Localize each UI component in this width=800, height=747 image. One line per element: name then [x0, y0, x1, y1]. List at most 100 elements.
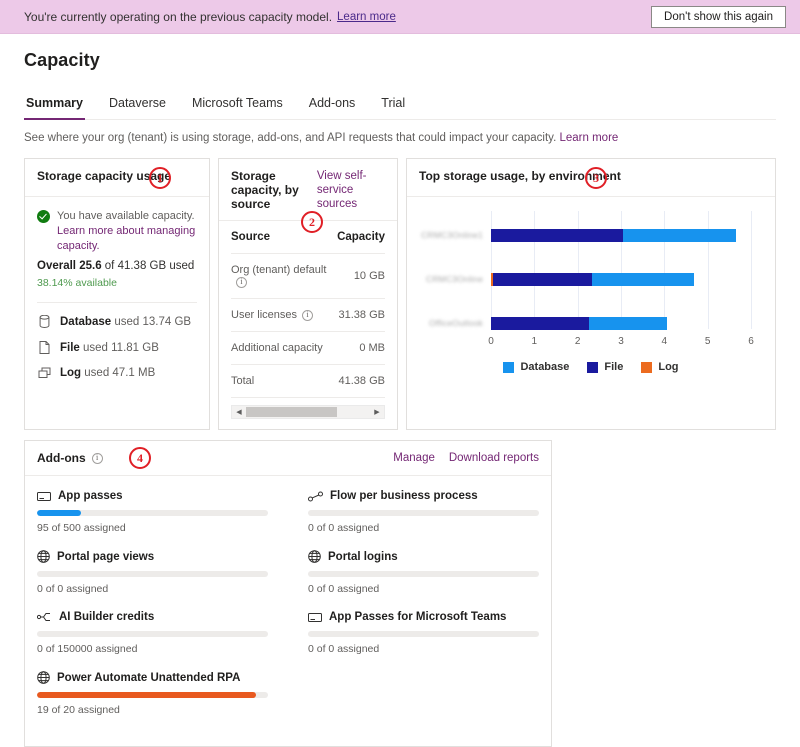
addon-label: Flow per business process	[308, 490, 539, 502]
dont-show-again-button[interactable]: Don't show this again	[651, 5, 786, 28]
info-icon[interactable]: i	[236, 276, 247, 288]
tab-dataverse[interactable]: Dataverse	[107, 92, 168, 119]
addon-progress-track	[37, 510, 268, 516]
legend-swatch-file	[587, 361, 599, 373]
addon-assigned-text: 19 of 20 assigned	[37, 704, 120, 716]
addon-label: AI Builder credits	[37, 611, 268, 623]
addon-item: Portal page views 0 of 0 assigned	[37, 550, 268, 595]
addon-label: App Passes for Microsoft Teams	[308, 611, 539, 623]
storage-capacity-usage-card: 1 Storage capacity usage You have availa…	[24, 158, 210, 430]
available-percent-text: 38.14% available	[37, 277, 117, 289]
overall-label: Overall	[37, 260, 80, 272]
legend-label-log: Log	[658, 361, 679, 373]
addon-assigned-text: 95 of 500 assigned	[37, 522, 126, 534]
addon-progress-track	[308, 510, 539, 516]
capacity-status-text: You have available capacity. Learn more …	[57, 209, 197, 254]
chart-bar-segment-database[interactable]	[588, 317, 667, 330]
legend-swatch-database	[503, 361, 515, 373]
chart-bar-segment-file[interactable]	[492, 273, 593, 286]
addon-label-text: Flow per business process	[330, 490, 478, 502]
usage-item-file-text: File used 11.81 GB	[60, 342, 159, 354]
usage-item-log-text: Log used 47.1 MB	[60, 367, 155, 379]
chart-x-tick-label: 3	[618, 336, 624, 347]
capacity-by-source-card-body: Source Capacity Org (tenant) defaulti 10…	[219, 221, 397, 429]
globe-icon	[308, 550, 321, 563]
usage-item-database-name: Database	[60, 315, 112, 328]
tab-summary[interactable]: Summary	[24, 92, 85, 120]
chart-bar-row: CRMC3Online	[426, 273, 751, 286]
addon-item: App Passes for Microsoft Teams 0 of 0 ass…	[308, 611, 539, 655]
chart-bar-row: OfficeOutlook	[429, 317, 751, 330]
view-self-service-sources-link[interactable]: View self-service sources	[317, 169, 387, 211]
addon-item: Portal logins 0 of 0 assigned	[308, 550, 539, 595]
usage-item-log-detail: used 47.1 MB	[81, 367, 156, 379]
addon-assigned-text: 0 of 0 assigned	[308, 522, 380, 534]
scroll-right-arrow-icon[interactable]: ▶	[370, 408, 384, 416]
tab-add-ons[interactable]: Add-ons	[307, 92, 358, 119]
annotation-4: 4	[129, 447, 151, 469]
usage-item-database-text: Database used 13.74 GB	[60, 316, 191, 328]
overall-suffix: of 41.38 GB used	[101, 260, 195, 272]
info-icon[interactable]: i	[302, 309, 314, 321]
chart-x-tick-label: 4	[661, 336, 668, 347]
source-cell-total: Total	[231, 364, 338, 398]
usage-item-file-detail: used 11.81 GB	[79, 341, 159, 354]
usage-item-database: Database used 13.74 GB	[37, 315, 197, 328]
usage-item-file-name: File	[60, 341, 80, 354]
addon-label-text: Portal logins	[328, 550, 398, 563]
download-reports-link[interactable]: Download reports	[449, 452, 539, 464]
source-cell-user-licenses: User licenses i	[231, 298, 338, 332]
chart-y-axis-label: CRMC3Online	[426, 274, 483, 284]
chart-y-axis-label: CRMC3Online1	[421, 230, 483, 240]
chart-bar-segment-file[interactable]	[491, 229, 624, 242]
add-ons-card-header: Add-ons i Manage Download reports	[25, 441, 551, 476]
chart-bar-segment-database[interactable]	[592, 273, 695, 286]
addon-progress-track	[37, 631, 268, 637]
database-icon	[37, 315, 51, 328]
addon-label: App passes	[37, 490, 268, 502]
scrollbar-track[interactable]	[246, 407, 370, 417]
globe-icon	[37, 671, 50, 684]
addon-progress-track	[308, 631, 539, 637]
legend-swatch-log	[641, 361, 653, 373]
tab-bar: Summary Dataverse Microsoft Teams Add-on…	[24, 92, 776, 120]
info-icon[interactable]: i	[91, 452, 103, 464]
chart-y-axis-label: OfficeOutlook	[429, 318, 483, 328]
banner-learn-more-link[interactable]: Learn more	[337, 11, 396, 23]
table-row: User licenses i 31.38 GB	[231, 298, 385, 332]
scroll-left-arrow-icon[interactable]: ◀	[232, 408, 246, 416]
addon-label: Portal logins	[308, 550, 539, 563]
capacity-status-row: You have available capacity. Learn more …	[37, 209, 197, 254]
chart-container: 0 1 2 3 4 5 6 CRMC3Online1 CRMC3Online OfficeOutl…	[407, 197, 775, 429]
chart-gridline	[751, 211, 752, 329]
addon-label-text: Power Automate Unattended RPA	[57, 671, 241, 684]
usage-item-log: Log used 47.1 MB	[37, 367, 197, 379]
source-label: Org (tenant) default	[231, 264, 327, 276]
chart-legend: Database File Log	[419, 361, 763, 377]
addon-label: Power Automate Unattended RPA	[37, 671, 268, 684]
add-ons-card-title: Add-ons	[37, 451, 86, 465]
chart-bar-segment-database[interactable]	[623, 229, 736, 242]
capacity-cell-additional-capacity: 0 MB	[337, 331, 385, 365]
scrollbar-thumb[interactable]	[246, 407, 337, 417]
tab-trial[interactable]: Trial	[379, 92, 407, 119]
legend-item-file: File	[587, 361, 623, 373]
column-header-capacity: Capacity	[337, 221, 385, 254]
managing-capacity-link[interactable]: Learn more about managing capacity.	[57, 225, 195, 252]
chart-bar-segment-file[interactable]	[491, 317, 589, 330]
storage-usage-card-body: You have available capacity. Learn more …	[25, 197, 209, 391]
table-horizontal-scrollbar[interactable]: ◀ ▶	[231, 405, 385, 419]
tab-microsoft-teams[interactable]: Microsoft Teams	[190, 92, 285, 119]
page-subtitle-text: See where your org (tenant) is using sto…	[24, 132, 557, 144]
addon-label-text: App passes	[58, 490, 123, 502]
page-subtitle-link[interactable]: Learn more	[559, 132, 618, 144]
addon-progress-track	[308, 571, 539, 577]
addon-progress-fill	[37, 692, 257, 698]
legend-item-database: Database	[503, 361, 569, 373]
manage-link[interactable]: Manage	[393, 452, 435, 464]
source-cell-org-default: Org (tenant) defaulti	[231, 253, 338, 299]
usage-item-database-detail: used 13.74 GB	[111, 315, 192, 328]
addon-assigned-text: 0 of 0 assigned	[308, 583, 380, 595]
legend-label-database: Database	[520, 361, 570, 373]
page-container: Capacity Summary Dataverse Microsoft Tea…	[0, 50, 800, 747]
